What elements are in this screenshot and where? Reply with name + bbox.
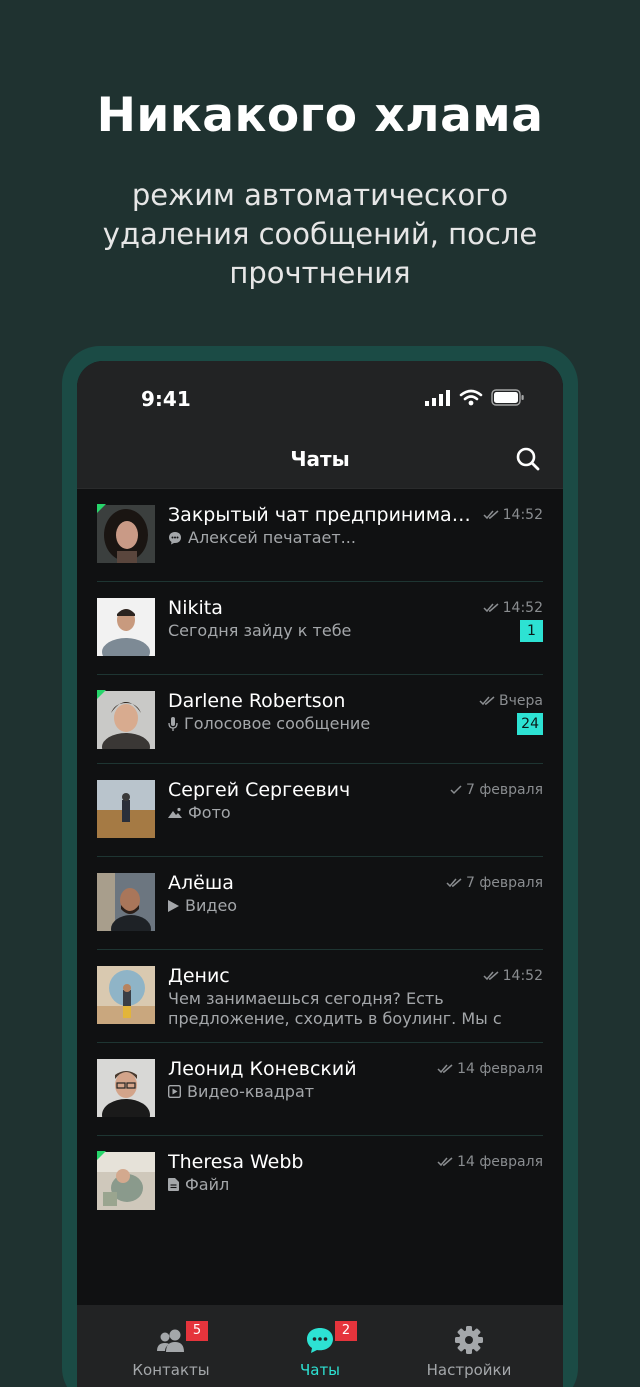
chat-time: 14:52	[483, 507, 543, 523]
typing-icon	[169, 531, 181, 544]
avatar	[97, 598, 155, 656]
unread-badge: 24	[517, 713, 543, 735]
chat-preview-text: Видео-квадрат	[187, 1082, 315, 1101]
chat-preview: Алексей печатает...	[168, 528, 498, 547]
chat-name: Darlene Robertson	[168, 690, 346, 712]
chat-preview: Файл	[168, 1175, 498, 1194]
gear-icon	[455, 1326, 483, 1354]
chat-time: 7 февраля	[450, 782, 543, 798]
chat-preview-text: Фото	[188, 803, 231, 822]
battery-icon	[491, 389, 524, 406]
status-time: 9:41	[141, 387, 191, 411]
chat-time: 14 февраля	[437, 1154, 543, 1170]
hero-title: Никакого хлама	[96, 88, 544, 143]
chat-row[interactable]: Nikita 14:52 Сегодня зайду к тебе 1	[97, 582, 543, 675]
avatar	[97, 966, 155, 1024]
chat-time-label: 14:52	[502, 507, 543, 523]
chat-preview: Фото	[168, 803, 498, 822]
tab-badge: 2	[335, 1321, 357, 1341]
chat-time-label: 7 февраля	[465, 782, 543, 798]
microphone-icon	[168, 716, 178, 731]
chat-preview-text: Файл	[185, 1175, 230, 1194]
online-indicator	[97, 690, 106, 699]
chat-preview-text: Алексей печатает...	[188, 528, 356, 547]
chat-preview: Чем занимаешься сегодня? Есть предложени…	[168, 989, 502, 1028]
tab-chats[interactable]: 2 Чаты	[239, 1305, 401, 1387]
unread-badge: 1	[520, 620, 543, 642]
chat-time: 14:52	[483, 600, 543, 616]
signal-icon	[425, 389, 450, 406]
double-check-icon	[479, 696, 495, 706]
hero-subtitle: режим автоматического удаления сообщений…	[102, 178, 538, 290]
photo-icon	[168, 807, 182, 818]
avatar	[97, 505, 155, 563]
double-check-icon	[446, 878, 462, 888]
nav-bar: Чаты	[77, 431, 563, 489]
double-check-icon	[437, 1064, 453, 1074]
play-icon	[168, 899, 179, 912]
chat-time-label: 14:52	[502, 600, 543, 616]
double-check-icon	[483, 603, 499, 613]
tab-badge: 5	[186, 1321, 208, 1341]
tab-settings[interactable]: Настройки	[388, 1305, 550, 1387]
chat-name: Закрытый чат предпринимател...	[168, 504, 478, 526]
tab-label: Настройки	[426, 1361, 512, 1379]
avatar	[97, 873, 155, 931]
avatar	[97, 691, 155, 749]
online-indicator	[97, 504, 106, 513]
chat-name: Theresa Webb	[168, 1151, 304, 1173]
chat-time: 7 февраля	[446, 875, 543, 891]
page-title: Чаты	[290, 447, 350, 471]
tab-contacts[interactable]: 5 Контакты	[90, 1305, 252, 1387]
double-check-icon	[437, 1157, 453, 1167]
chat-time: Вчера	[479, 693, 543, 709]
chat-name: Леонид Коневский	[168, 1058, 357, 1080]
chat-preview: Голосовое сообщение	[168, 714, 498, 733]
tab-label: Чаты	[299, 1361, 341, 1379]
search-icon[interactable]	[515, 446, 541, 472]
chat-row[interactable]: Леонид Коневский 14 февраля Видео-квадра…	[97, 1043, 543, 1136]
video-square-icon	[168, 1085, 181, 1098]
chat-time-label: 14 февраля	[457, 1061, 543, 1077]
double-check-icon	[483, 510, 499, 520]
chat-row[interactable]: Алёша 7 февраля Видео	[97, 857, 543, 950]
avatar	[97, 1059, 155, 1117]
double-check-icon	[483, 971, 499, 981]
tab-bar: 5 Контакты 2 Чаты Настройки	[77, 1305, 563, 1387]
chat-row[interactable]: Денис 14:52 Чем занимаешься сегодня? Ест…	[97, 950, 543, 1043]
chat-time-label: 14 февраля	[457, 1154, 543, 1170]
chat-preview-text: Голосовое сообщение	[184, 714, 371, 733]
online-indicator	[97, 1151, 106, 1160]
chat-row[interactable]: Theresa Webb 14 февраля Файл	[97, 1136, 543, 1229]
chat-row[interactable]: Darlene Robertson Вчера Голосовое сообще…	[97, 675, 543, 764]
chat-row[interactable]: Сергей Сергеевич 7 февраля Фото	[97, 764, 543, 857]
wifi-icon	[459, 389, 483, 406]
chat-time-label: 7 февраля	[465, 875, 543, 891]
avatar	[97, 1152, 155, 1210]
chat-name: Алёша	[168, 872, 234, 894]
chat-name: Денис	[168, 965, 230, 987]
status-bar: 9:41	[77, 361, 563, 431]
chat-time-label: 14:52	[502, 968, 543, 984]
status-icons	[425, 389, 525, 406]
chat-preview: Видео-квадрат	[168, 1082, 498, 1101]
check-icon	[450, 785, 462, 795]
chat-time: 14 февраля	[437, 1061, 543, 1077]
chat-preview-text: Видео	[185, 896, 238, 915]
chat-bubble-icon	[307, 1328, 333, 1353]
avatar	[97, 780, 155, 838]
chat-preview-text: Сегодня зайду к тебе	[168, 621, 352, 640]
chat-name: Nikita	[168, 597, 223, 619]
chat-preview: Сегодня зайду к тебе	[168, 621, 498, 640]
chat-time: 14:52	[483, 968, 543, 984]
tab-label: Контакты	[132, 1361, 210, 1379]
chat-row[interactable]: Закрытый чат предпринимател... 14:52 Але…	[97, 489, 543, 582]
chat-preview: Видео	[168, 896, 498, 915]
phone-screen: 9:41 Чаты Закрытый чат предпринимател...…	[77, 361, 563, 1387]
contacts-icon	[157, 1329, 184, 1352]
chat-name: Сергей Сергеевич	[168, 779, 351, 801]
chat-time-label: Вчера	[499, 693, 543, 709]
file-icon	[168, 1178, 179, 1191]
